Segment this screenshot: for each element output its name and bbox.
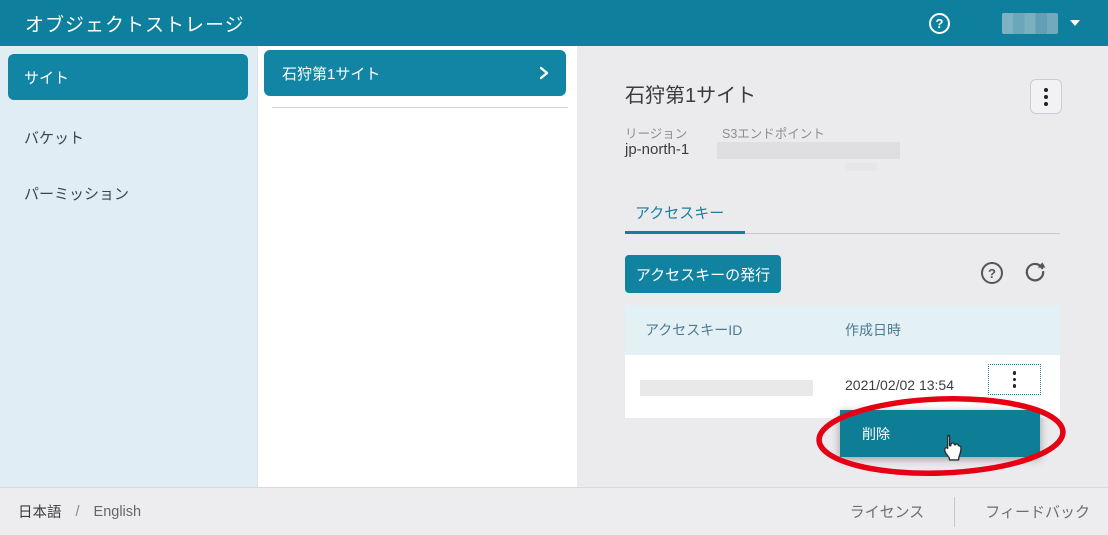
sidebar-item-sites[interactable]: サイト [8, 54, 248, 100]
main-area: サイト バケット パーミッション 石狩第1サイト 石狩第1サイト リージ [0, 46, 1108, 487]
menu-item-delete[interactable]: 削除 [840, 410, 1040, 457]
site-detail-panel: 石狩第1サイト リージョン S3エンドポイント jp-north-1 アクセスキ… [577, 46, 1108, 487]
redacted-access-key-id [640, 380, 813, 396]
top-bar: オブジェクトストレージ ? [0, 0, 1108, 46]
site-list-divider [272, 107, 568, 108]
redacted-s3-endpoint [717, 142, 900, 159]
row-actions-kebab-button[interactable] [988, 364, 1041, 395]
region-label: リージョン [625, 123, 687, 142]
kebab-dot [1044, 95, 1048, 99]
site-list-panel: 石狩第1サイト [258, 46, 577, 487]
chevron-down-icon[interactable] [1070, 20, 1080, 26]
table-row: 2021/02/02 13:54 [625, 355, 1060, 418]
redacted-s3-endpoint-line2 [845, 163, 877, 171]
refresh-icon[interactable] [1023, 260, 1047, 284]
access-key-table: アクセスキーID 作成日時 2021/02/02 13:54 [625, 305, 1060, 418]
kebab-dot [1013, 384, 1017, 388]
sidebar-item-permissions[interactable]: パーミッション [24, 183, 129, 204]
help-icon[interactable]: ? [981, 262, 1003, 284]
tab-active-underline [625, 231, 745, 234]
feedback-link[interactable]: フィードバック [985, 501, 1090, 522]
footer-links: ライセンス フィードバック [850, 497, 1090, 527]
footer-bar: 日本語 / English ライセンス フィードバック [0, 487, 1108, 535]
row-actions-menu: 削除 [840, 410, 1040, 457]
site-actions-kebab-button[interactable] [1030, 79, 1062, 114]
kebab-dot [1013, 371, 1017, 375]
page-title: 石狩第1サイト [625, 79, 756, 108]
footer-divider [954, 497, 955, 527]
issue-access-key-button[interactable]: アクセスキーの発行 [625, 255, 781, 293]
app-title: オブジェクトストレージ [25, 10, 245, 37]
region-value: jp-north-1 [625, 141, 689, 158]
sidebar-nav: サイト バケット パーミッション [0, 46, 258, 487]
sidebar-item-label: サイト [24, 67, 69, 88]
created-at-value: 2021/02/02 13:54 [845, 377, 954, 393]
redacted-username[interactable] [1002, 13, 1058, 34]
site-list-item-selected[interactable]: 石狩第1サイト [264, 50, 566, 96]
kebab-dot [1013, 378, 1017, 382]
column-created-at: 作成日時 [845, 320, 901, 340]
help-icon[interactable]: ? [929, 13, 950, 34]
lang-english-link[interactable]: English [94, 504, 142, 520]
column-access-key-id: アクセスキーID [625, 320, 845, 340]
language-switcher: 日本語 / English [18, 501, 141, 522]
topbar-right-cluster: ? [929, 0, 1080, 46]
sidebar-item-buckets[interactable]: バケット [24, 127, 84, 148]
lang-separator: / [76, 504, 80, 520]
endpoint-label: S3エンドポイント [722, 123, 825, 142]
lang-japanese-link[interactable]: 日本語 [18, 501, 62, 522]
chevron-right-icon [538, 66, 550, 80]
site-list-item-label: 石狩第1サイト [282, 63, 380, 84]
kebab-dot [1044, 102, 1048, 106]
license-link[interactable]: ライセンス [850, 501, 925, 522]
object-storage-app: オブジェクトストレージ ? サイト バケット パーミッション 石狩第1サイト [0, 0, 1108, 535]
kebab-dot [1044, 88, 1048, 92]
tab-access-keys[interactable]: アクセスキー [635, 202, 724, 223]
table-header-row: アクセスキーID 作成日時 [625, 305, 1060, 355]
